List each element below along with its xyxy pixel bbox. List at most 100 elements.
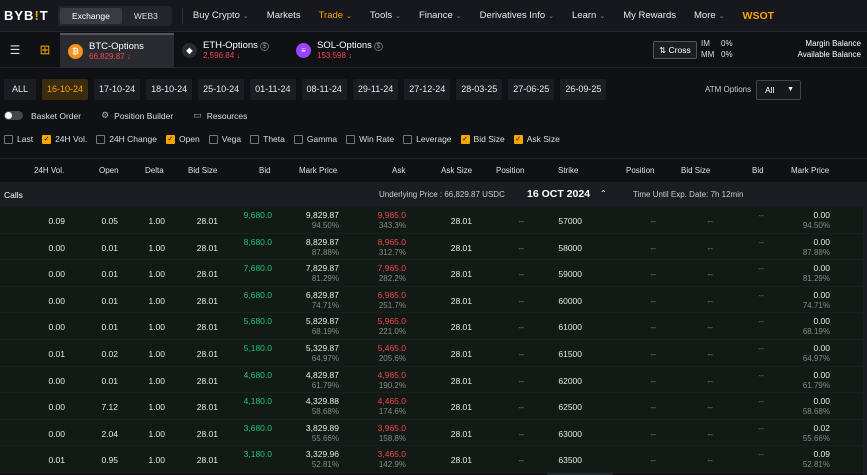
nav-tools[interactable]: Tools ⌄ xyxy=(370,10,401,21)
table-row[interactable]: 0.00 0.01 1.00 28.01 -- 60000 -- -- 6,680.0 6,829… xyxy=(0,286,867,314)
cell-ask-size[interactable]: 28.01 xyxy=(451,402,472,412)
cell-ask-size[interactable]: 28.01 xyxy=(451,216,472,226)
nav-buy-crypto[interactable]: Buy Crypto ⌄ xyxy=(193,10,249,21)
cell-bid[interactable]: 8,680.0 xyxy=(244,237,272,247)
chevron-up-icon[interactable]: ⌃ xyxy=(600,189,607,198)
date-tab-all[interactable]: ALL xyxy=(4,78,37,100)
date-tab-26-09-25[interactable]: 26-09-25 xyxy=(560,78,607,100)
table-row[interactable]: 0.01 0.95 1.00 28.01 -- 63500 -- -- 3,180.0 3,329… xyxy=(0,446,867,473)
cell-ask[interactable]: 3,465.0 xyxy=(378,449,406,459)
date-tab-27-12-24[interactable]: 27-12-24 xyxy=(404,78,451,100)
checkbox[interactable]: ✓ xyxy=(42,134,52,144)
cell-ask[interactable]: 3,965.0 xyxy=(378,423,406,433)
cell-bidsize[interactable]: 28.01 xyxy=(197,402,218,412)
position-builder-link[interactable]: Position Builder xyxy=(114,111,173,121)
cell-vol[interactable]: 0.00 xyxy=(48,296,65,306)
date-tab-08-11-24[interactable]: 08-11-24 xyxy=(301,78,347,100)
menu-icon[interactable]: ☰ xyxy=(0,43,30,57)
checkbox[interactable]: ✓ xyxy=(460,134,470,144)
cell-vol[interactable]: 0.00 xyxy=(48,269,65,279)
nav-learn[interactable]: Learn ⌄ xyxy=(572,10,605,21)
web3-tab[interactable]: WEB3 xyxy=(122,8,170,24)
cell-open[interactable]: 0.01 xyxy=(101,376,118,386)
cell-bidsize2[interactable]: -- xyxy=(707,269,713,279)
cell-bidsize[interactable]: 28.01 xyxy=(197,243,218,253)
cell-ask[interactable]: 8,965.0 xyxy=(378,237,406,247)
checkbox[interactable] xyxy=(403,134,413,144)
cell-open[interactable]: 0.01 xyxy=(101,322,118,332)
cell-pos2[interactable]: -- xyxy=(650,376,656,386)
basket-order-toggle[interactable] xyxy=(4,111,23,120)
checkbox[interactable] xyxy=(4,134,13,144)
cell-delta[interactable]: 1.00 xyxy=(148,455,165,465)
date-tab-01-11-24[interactable]: 01-11-24 xyxy=(250,78,296,100)
cell-bid[interactable]: 5,180.0 xyxy=(244,343,272,353)
nav-markets[interactable]: Markets xyxy=(267,10,301,21)
cell-put-bid[interactable]: -- xyxy=(758,316,764,326)
cell-vol[interactable]: 0.00 xyxy=(48,243,65,253)
cell-bidsize2[interactable]: -- xyxy=(707,296,713,306)
toggle-ask-size[interactable]: ✓ Ask Size xyxy=(513,134,560,144)
cell-open[interactable]: 0.02 xyxy=(101,349,118,359)
date-tab-27-06-25[interactable]: 27-06-25 xyxy=(508,78,555,100)
cell-bid[interactable]: 5,680.0 xyxy=(244,316,272,326)
cell-pos[interactable]: -- xyxy=(518,376,524,386)
cell-ask[interactable]: 4,965.0 xyxy=(378,370,406,380)
cell-delta[interactable]: 1.00 xyxy=(148,376,165,386)
table-row[interactable]: 0.01 0.02 1.00 28.01 -- 61500 -- -- 5,180.0 5,329… xyxy=(0,340,867,367)
cell-vol[interactable]: 0.01 xyxy=(48,455,65,465)
cell-bid[interactable]: 7,680.0 xyxy=(244,263,272,273)
cell-pos[interactable]: -- xyxy=(518,349,524,359)
cell-open[interactable]: 0.05 xyxy=(101,216,118,226)
cell-ask[interactable]: 5,965.0 xyxy=(378,316,406,326)
date-tab-16-10-24[interactable]: 16-10-24 xyxy=(42,78,89,100)
table-row[interactable]: 0.00 0.01 1.00 28.01 -- 59000 -- -- 7,680.0 7,829… xyxy=(0,260,867,287)
cell-ask-size[interactable]: 28.01 xyxy=(451,296,472,306)
cell-delta[interactable]: 1.00 xyxy=(148,296,165,306)
cell-bidsize2[interactable]: -- xyxy=(707,429,713,439)
cell-bidsize2[interactable]: -- xyxy=(707,455,713,465)
cell-bid[interactable]: 4,680.0 xyxy=(244,370,272,380)
cell-ask-size[interactable]: 28.01 xyxy=(451,269,472,279)
cell-delta[interactable]: 1.00 xyxy=(148,243,165,253)
cell-ask-size[interactable]: 28.01 xyxy=(451,376,472,386)
cell-delta[interactable]: 1.00 xyxy=(148,269,165,279)
nav-trade[interactable]: Trade ⌄ xyxy=(319,10,352,21)
cell-bid[interactable]: 6,680.0 xyxy=(244,290,272,300)
table-row[interactable]: 0.00 2.04 1.00 28.01 -- 63000 -- -- 3,680.0 3,829… xyxy=(0,419,867,447)
cell-pos[interactable]: -- xyxy=(518,216,524,226)
cell-bidsize[interactable]: 28.01 xyxy=(197,349,218,359)
nav-finance[interactable]: Finance ⌄ xyxy=(419,10,462,21)
toggle-last[interactable]: Last xyxy=(4,134,33,144)
asset-tab-btc-options[interactable]: ₿ BTC-Options 66,829.87 ↓ xyxy=(60,32,174,68)
toggle-theta[interactable]: Theta xyxy=(250,134,285,144)
date-tab-18-10-24[interactable]: 18-10-24 xyxy=(146,78,193,100)
cell-ask-size[interactable]: 28.01 xyxy=(451,429,472,439)
nav-my-rewards[interactable]: My Rewards xyxy=(623,10,676,21)
cell-vol[interactable]: 0.09 xyxy=(48,216,65,226)
cell-ask-size[interactable]: 28.01 xyxy=(451,455,472,465)
table-scrollbar[interactable] xyxy=(863,207,867,475)
date-tab-28-03-25[interactable]: 28-03-25 xyxy=(456,78,503,100)
bybit-logo[interactable]: BYB!T xyxy=(4,8,52,23)
cell-put-bid[interactable]: -- xyxy=(758,343,764,353)
date-tab-25-10-24[interactable]: 25-10-24 xyxy=(198,78,245,100)
cell-bidsize2[interactable]: -- xyxy=(707,376,713,386)
cell-pos[interactable]: -- xyxy=(518,269,524,279)
cell-vol[interactable]: 0.00 xyxy=(48,429,65,439)
cell-delta[interactable]: 1.00 xyxy=(148,349,165,359)
cell-pos2[interactable]: -- xyxy=(650,243,656,253)
cell-pos2[interactable]: -- xyxy=(650,216,656,226)
checkbox[interactable]: ✓ xyxy=(513,134,523,144)
checkbox[interactable] xyxy=(208,134,218,144)
resources-link[interactable]: Resources xyxy=(207,111,248,121)
checkbox[interactable] xyxy=(96,134,106,144)
cell-put-bid[interactable]: -- xyxy=(758,290,764,300)
toggle-bid-size[interactable]: ✓ Bid Size xyxy=(460,134,505,144)
cell-bidsize[interactable]: 28.01 xyxy=(197,376,218,386)
cell-pos2[interactable]: -- xyxy=(650,269,656,279)
cell-bidsize[interactable]: 28.01 xyxy=(197,216,218,226)
exchange-tab[interactable]: Exchange xyxy=(60,7,122,24)
date-tab-29-11-24[interactable]: 29-11-24 xyxy=(352,78,399,100)
toggle-24h-change[interactable]: 24H Change xyxy=(96,134,157,144)
